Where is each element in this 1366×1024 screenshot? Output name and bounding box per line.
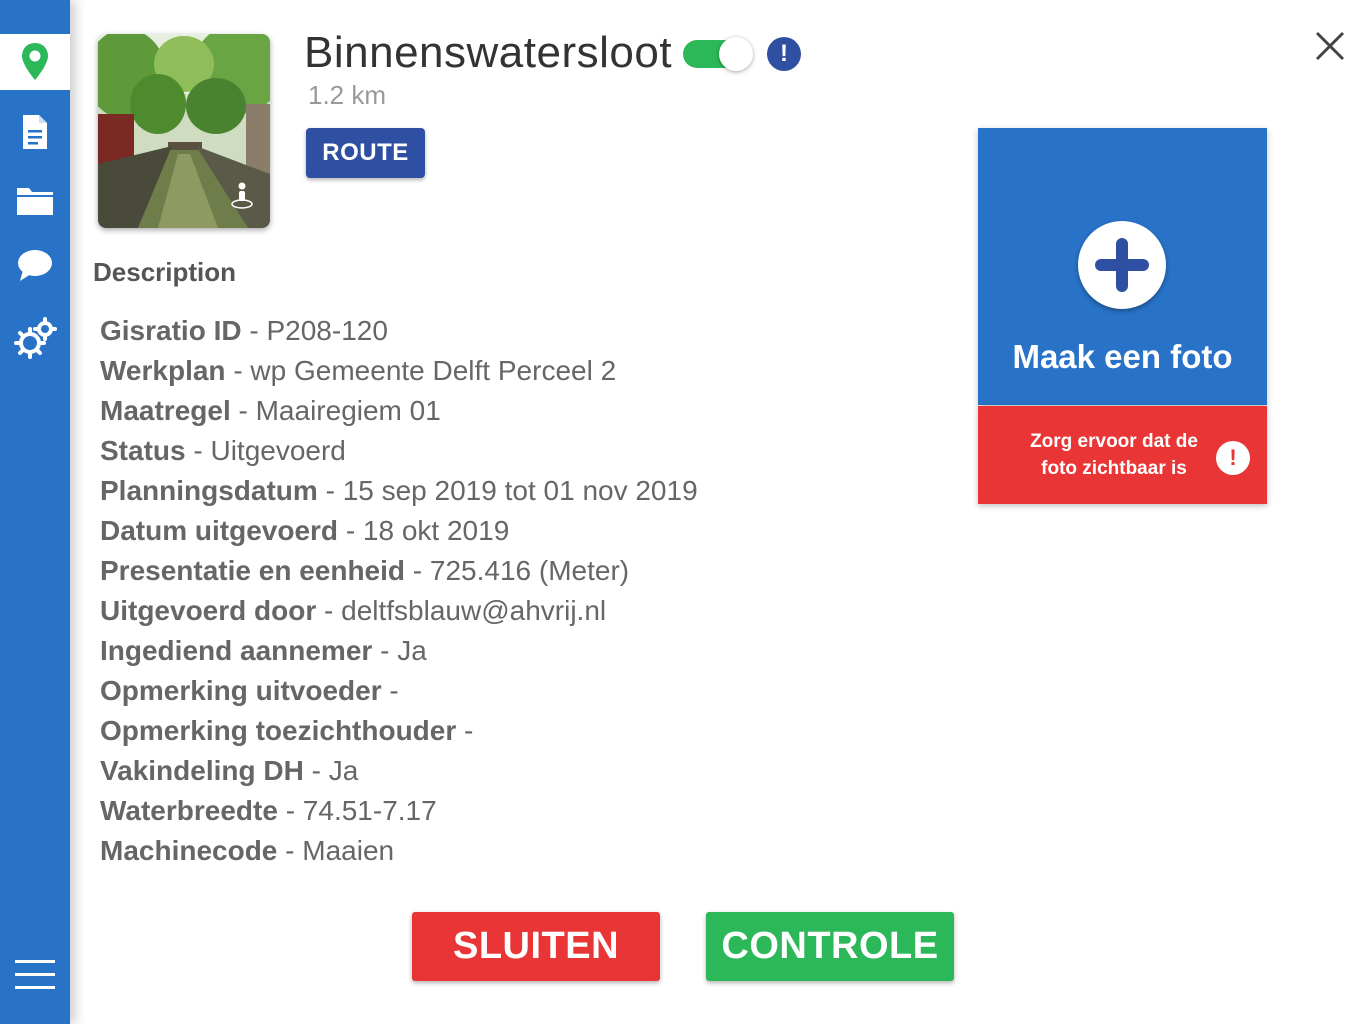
route-button[interactable]: ROUTE xyxy=(306,128,425,178)
status-toggle[interactable] xyxy=(683,37,755,71)
detail-key: Opmerking toezichthouder xyxy=(100,715,457,746)
detail-key: Datum uitgevoerd xyxy=(100,515,339,546)
document-icon xyxy=(23,115,47,149)
settings-gear-icon xyxy=(14,317,57,359)
detail-key: Waterbreedte xyxy=(100,795,278,826)
sidebar-item-messages[interactable] xyxy=(0,238,70,294)
photo-warning-banner: Zorg ervoor dat de foto zichtbaar is ! xyxy=(978,406,1267,504)
location-title: Binnenswatersloot xyxy=(304,28,673,77)
detail-key: Vakindeling DH xyxy=(100,755,304,786)
detail-row: Planningsdatum - 15 sep 2019 tot 01 nov … xyxy=(100,475,698,506)
detail-key: Gisratio ID xyxy=(100,315,242,346)
take-photo-label: Maak een foto xyxy=(1012,338,1233,375)
map-pin-icon xyxy=(22,43,48,80)
detail-value: deltfsblauw@ahvrij.nl xyxy=(341,595,607,626)
detail-key: Opmerking uitvoeder xyxy=(100,675,382,706)
detail-key: Werkplan xyxy=(100,355,226,386)
detail-value: Ja xyxy=(397,635,427,666)
detail-key: Status xyxy=(100,435,186,466)
canal-photo-image xyxy=(98,34,270,228)
detail-row: Werkplan - wp Gemeente Delft Perceel 2 xyxy=(100,355,617,386)
close-button[interactable] xyxy=(1312,28,1348,64)
sidebar-item-settings[interactable] xyxy=(0,310,70,366)
detail-value: Ja xyxy=(328,755,359,786)
detail-value: 18 okt 2019 xyxy=(362,515,510,546)
detail-key: Ingediend aannemer xyxy=(100,635,373,666)
distance-label: 1.2 km xyxy=(308,80,387,110)
check-button[interactable]: CONTROLE xyxy=(706,912,954,981)
details-list: Gisratio ID - P208-120 Werkplan - wp Gem… xyxy=(100,311,698,871)
detail-row: Ingediend aannemer - Ja xyxy=(100,635,427,666)
detail-row: Uitgevoerd door - deltfsblauw@ahvrij.nl xyxy=(100,595,607,626)
warning-icon: ! xyxy=(1216,441,1250,475)
detail-value: wp Gemeente Delft Perceel 2 xyxy=(250,355,617,386)
sidebar-item-folders[interactable] xyxy=(0,172,70,228)
detail-value: Uitgevoerd xyxy=(210,435,346,466)
detail-key: Machinecode xyxy=(100,835,278,866)
sidebar-item-documents[interactable] xyxy=(0,104,70,160)
detail-value: Maaien xyxy=(302,835,395,866)
detail-row: Presentatie en eenheid - 725.416 (Meter) xyxy=(100,555,630,586)
detail-row: Waterbreedte - 74.51-7.17 xyxy=(100,795,437,826)
detail-row: Maatregel - Maairegiem 01 xyxy=(100,395,441,426)
detail-row: Opmerking uitvoeder - xyxy=(100,675,399,706)
sidebar-item-map[interactable] xyxy=(0,34,70,90)
detail-row: Opmerking toezichthouder - xyxy=(100,715,474,746)
sidebar xyxy=(0,0,70,1024)
chat-bubble-icon xyxy=(18,250,52,281)
toggle-knob xyxy=(719,37,753,71)
plus-icon xyxy=(1095,238,1149,292)
location-photo-thumbnail[interactable] xyxy=(98,34,270,228)
description-heading: Description xyxy=(93,257,237,287)
detail-value: P208-120 xyxy=(266,315,388,346)
detail-row: Status - Uitgevoerd xyxy=(100,435,346,466)
detail-key: Planningsdatum xyxy=(100,475,318,506)
folder-icon xyxy=(17,188,53,215)
take-photo-button[interactable]: Maak een foto xyxy=(978,128,1267,405)
detail-row: Vakindeling DH - Ja xyxy=(100,755,359,786)
detail-row: Datum uitgevoerd - 18 okt 2019 xyxy=(100,515,510,546)
close-dialog-button[interactable]: SLUITEN xyxy=(412,912,660,981)
detail-key: Presentatie en eenheid xyxy=(100,555,406,586)
detail-value: Maairegiem 01 xyxy=(255,395,441,426)
info-alert-icon[interactable]: ! xyxy=(767,37,801,71)
detail-row: Gisratio ID - P208-120 xyxy=(100,315,388,346)
detail-key: Uitgevoerd door xyxy=(100,595,317,626)
detail-row: Machinecode - Maaien xyxy=(100,835,395,866)
hamburger-menu-icon xyxy=(15,960,55,989)
detail-value: 725.416 (Meter) xyxy=(429,555,630,586)
detail-value: 74.51-7.17 xyxy=(302,795,437,826)
sidebar-menu-button[interactable] xyxy=(0,947,70,1003)
photo-warning-text: Zorg ervoor dat de foto zichtbaar is xyxy=(1030,431,1198,479)
detail-value: 15 sep 2019 tot 01 nov 2019 xyxy=(342,475,698,506)
add-photo-circle xyxy=(1078,221,1166,309)
detail-key: Maatregel xyxy=(100,395,231,426)
close-icon xyxy=(1315,31,1345,61)
